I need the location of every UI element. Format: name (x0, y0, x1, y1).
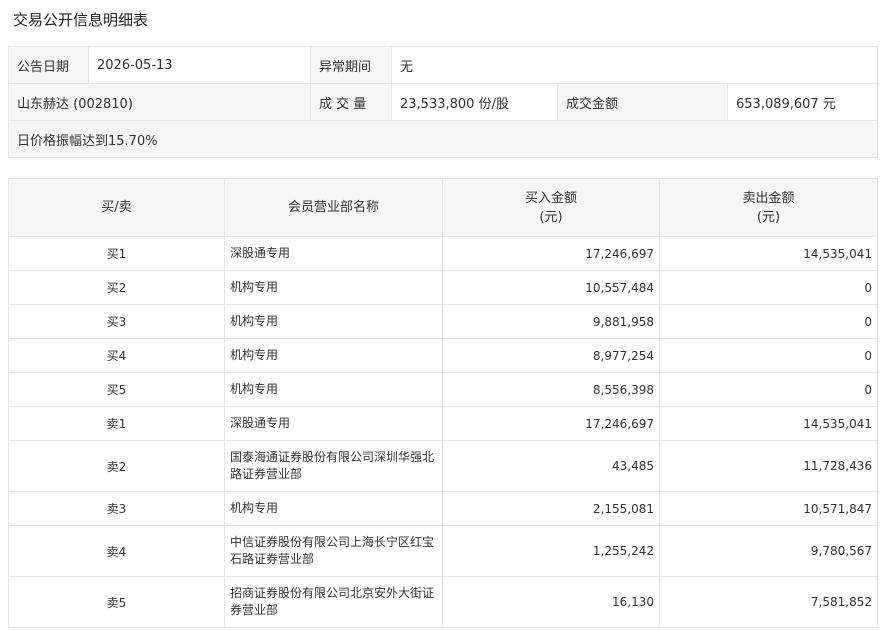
row-member: 国泰海通证券股份有限公司深圳华强北路证券营业部 (224, 440, 443, 492)
row-member: 深股通专用 (224, 236, 443, 271)
page-title: 交易公开信息明细表 (13, 11, 149, 29)
row-sell-amount: 0 (659, 304, 878, 339)
announce-date-label: 公告日期 (8, 46, 89, 84)
row-member: 机构专用 (224, 338, 443, 373)
table-row: 买5 机构专用 8,556,398 0 (8, 372, 878, 407)
table-row: 卖4 中信证券股份有限公司上海长宁区红宝石路证券营业部 1,255,242 9,… (8, 525, 878, 577)
header-sell-amount: 卖出金额 (元) (659, 178, 878, 237)
row-sell-amount: 10,571,847 (659, 491, 878, 526)
table-row: 买2 机构专用 10,557,484 0 (8, 270, 878, 305)
info-row-volume: 山东赫达 (002810) 成 交 量 23,533,800 份/股 成交金额 … (8, 83, 879, 121)
row-buy-amount: 16,130 (442, 576, 660, 628)
table-row: 卖2 国泰海通证券股份有限公司深圳华强北路证券营业部 43,485 11,728… (8, 440, 878, 492)
row-buy-amount: 17,246,697 (442, 236, 660, 271)
row-sell-amount: 0 (659, 270, 878, 305)
abnormal-period-label: 异常期间 (310, 46, 392, 84)
row-buy-amount: 17,246,697 (442, 406, 660, 441)
row-side: 卖1 (8, 406, 225, 441)
summary-info-table: 公告日期 2026-05-13 异常期间 无 山东赫达 (002810) 成 交… (7, 46, 879, 158)
row-member: 中信证券股份有限公司上海长宁区红宝石路证券营业部 (224, 525, 443, 577)
announce-date-value: 2026-05-13 (88, 46, 311, 84)
abnormal-period-value: 无 (390, 46, 879, 84)
row-buy-amount: 8,556,398 (442, 372, 660, 407)
table-row: 买3 机构专用 9,881,958 0 (8, 304, 878, 339)
row-side: 卖4 (8, 525, 225, 577)
info-row-reason: 日价格振幅达到15.70% (7, 120, 879, 158)
row-sell-amount: 0 (659, 338, 878, 373)
info-row-date: 公告日期 2026-05-13 异常期间 无 (8, 46, 879, 84)
trade-detail-table: 买/卖 会员营业部名称 买入金额 (元) 卖出金额 (元) 买1 深股通专用 1… (8, 178, 878, 628)
header-buy-amount-line1: 买入金额 (524, 190, 577, 206)
row-buy-amount: 9,881,958 (442, 304, 660, 339)
row-side: 买5 (8, 372, 225, 407)
header-sell-amount-line1: 卖出金额 (742, 190, 795, 206)
volume-label: 成 交 量 (310, 83, 392, 121)
row-side: 卖3 (8, 491, 225, 526)
row-sell-amount: 14,535,041 (659, 236, 878, 271)
row-member: 深股通专用 (224, 406, 443, 441)
row-side: 买1 (8, 236, 225, 271)
row-sell-amount: 11,728,436 (659, 440, 878, 492)
row-buy-amount: 2,155,081 (442, 491, 660, 526)
volume-value: 23,533,800 份/股 (391, 83, 558, 121)
header-sell-amount-line2: (元) (756, 209, 781, 225)
reason-text: 日价格振幅达到15.70% (7, 120, 879, 158)
row-member: 招商证券股份有限公司北京安外大街证券营业部 (224, 576, 443, 628)
row-sell-amount: 0 (659, 372, 878, 407)
header-buy-amount: 买入金额 (元) (442, 178, 660, 237)
row-side: 买2 (8, 270, 225, 305)
row-sell-amount: 7,581,852 (659, 576, 878, 628)
row-side: 买3 (8, 304, 225, 339)
table-header-row: 买/卖 会员营业部名称 买入金额 (元) 卖出金额 (元) (8, 178, 878, 237)
row-buy-amount: 1,255,242 (442, 525, 660, 577)
table-row: 卖1 深股通专用 17,246,697 14,535,041 (8, 406, 878, 441)
table-row: 买1 深股通专用 17,246,697 14,535,041 (8, 236, 878, 271)
row-side: 买4 (8, 338, 225, 373)
header-side: 买/卖 (8, 178, 225, 237)
row-side: 卖5 (8, 576, 225, 628)
row-buy-amount: 8,977,254 (442, 338, 660, 373)
header-member: 会员营业部名称 (224, 178, 443, 237)
row-sell-amount: 9,780,567 (659, 525, 878, 577)
row-sell-amount: 14,535,041 (659, 406, 878, 441)
row-member: 机构专用 (224, 270, 443, 305)
table-row: 卖3 机构专用 2,155,081 10,571,847 (8, 491, 878, 526)
row-member: 机构专用 (224, 304, 443, 339)
header-buy-amount-line2: (元) (539, 209, 563, 225)
row-member: 机构专用 (224, 372, 443, 407)
stock-name: 山东赫达 (002810) (8, 83, 311, 121)
row-member: 机构专用 (224, 491, 443, 526)
table-row: 卖5 招商证券股份有限公司北京安外大街证券营业部 16,130 7,581,85… (8, 576, 878, 628)
amount-value: 653,089,607 元 (726, 83, 879, 121)
row-side: 卖2 (8, 440, 225, 492)
table-row: 买4 机构专用 8,977,254 0 (8, 338, 878, 373)
row-buy-amount: 10,557,484 (442, 270, 660, 305)
row-buy-amount: 43,485 (442, 440, 660, 492)
amount-label: 成交金额 (557, 83, 728, 121)
